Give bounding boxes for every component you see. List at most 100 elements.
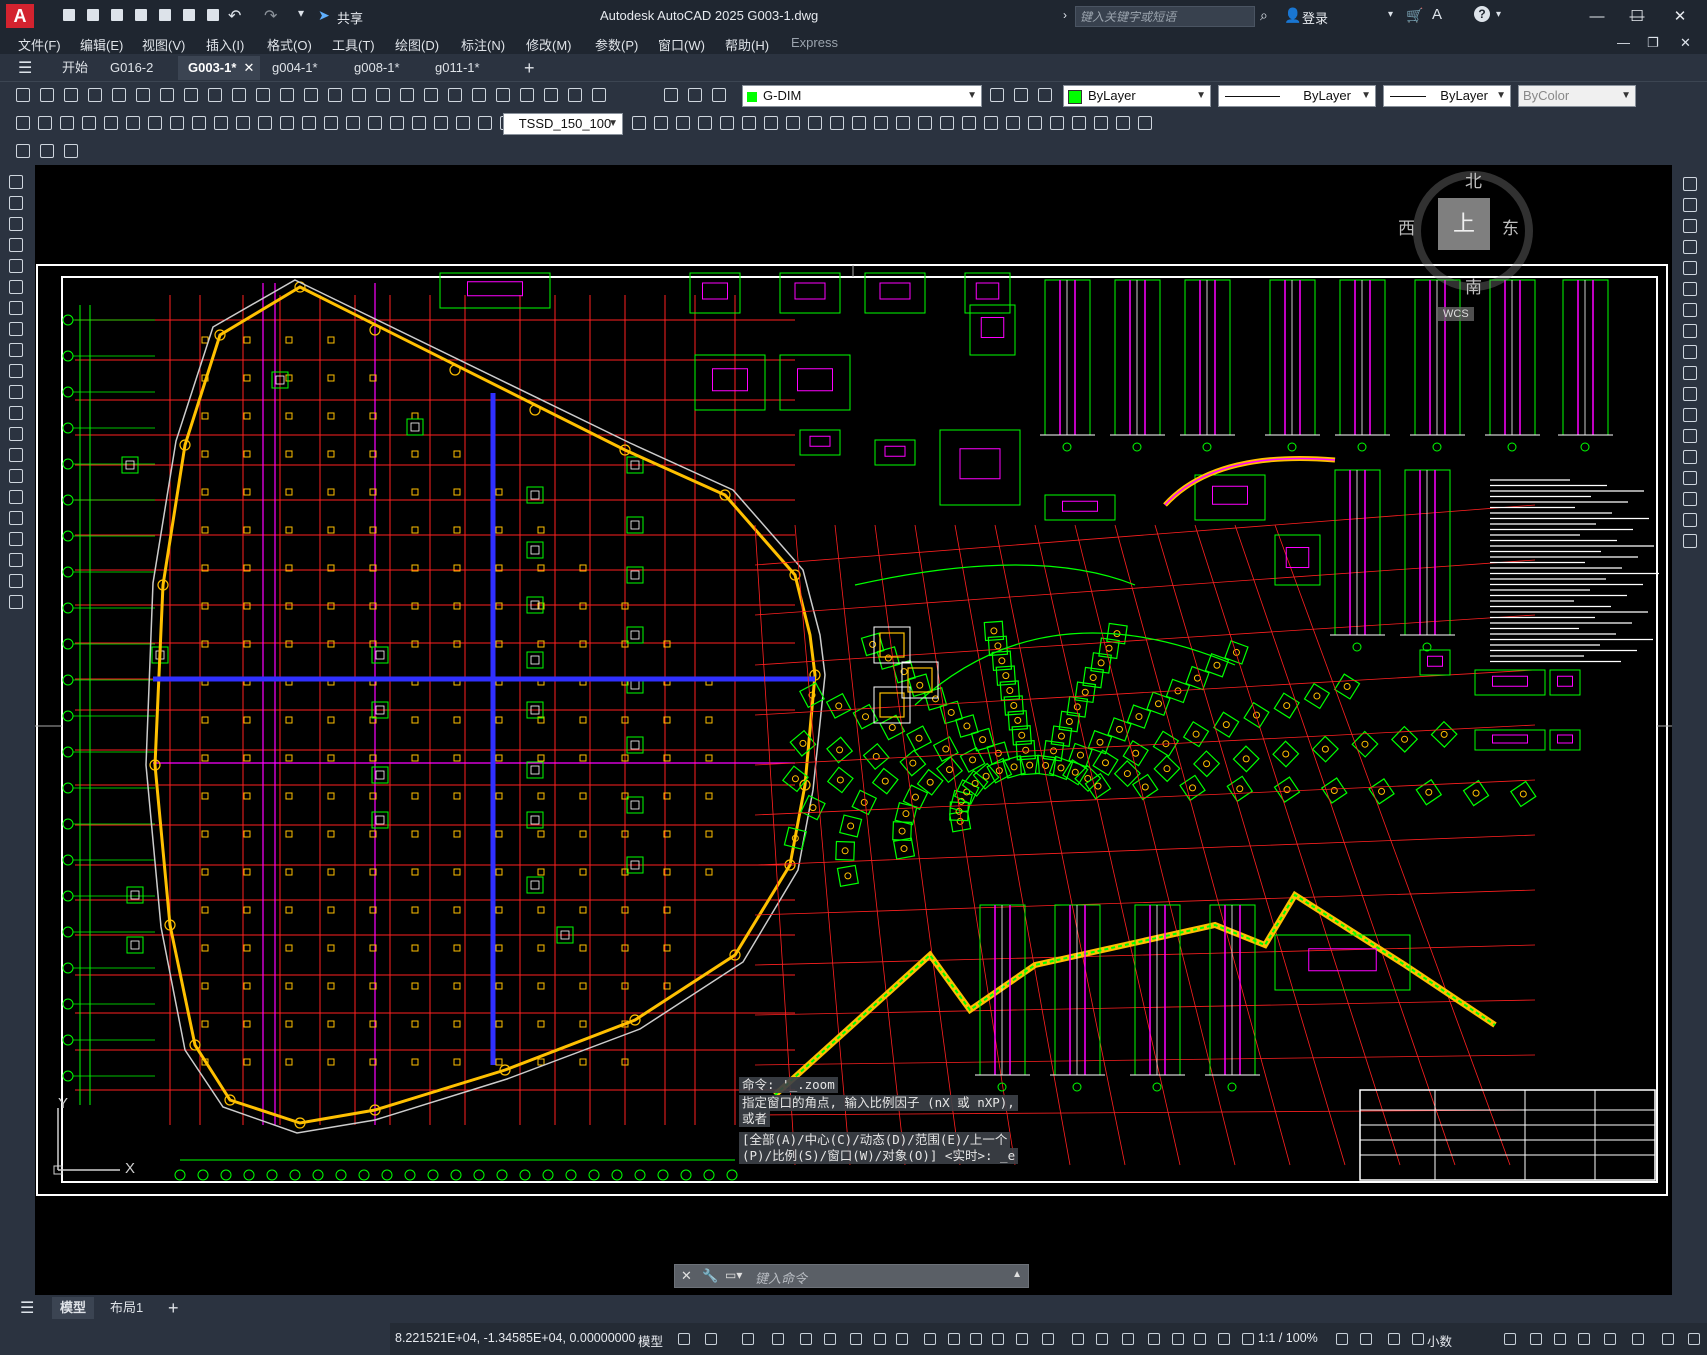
maximize-icon[interactable]: ☐ — [1617, 0, 1657, 33]
units-button[interactable]: 小数 — [1427, 1331, 1452, 1350]
standard-tool-icon-12[interactable] — [278, 86, 296, 104]
dim-tool-icon-18[interactable] — [388, 114, 406, 132]
menu-edit[interactable]: 编辑(E) — [80, 35, 123, 54]
dim-tool-icon-16[interactable] — [344, 114, 362, 132]
share-button[interactable]: 共享 — [337, 8, 363, 27]
modify-tool-icon-17[interactable] — [1681, 511, 1699, 529]
lineweight-dropdown[interactable]: ByLayer ▼ — [1383, 85, 1511, 107]
standard-tool-icon-7[interactable] — [158, 86, 176, 104]
status-toggle-icon-12[interactable] — [968, 1331, 984, 1347]
command-history-toggle-icon[interactable]: ▲ — [1012, 1269, 1022, 1280]
add-layout-button[interactable]: + — [160, 1297, 187, 1319]
status-toggle-icon-10[interactable] — [922, 1331, 938, 1347]
modify-tool-icon-3[interactable] — [1681, 217, 1699, 235]
autodesk-app-icon[interactable]: A — [1432, 6, 1442, 23]
dim-tool-icon-38[interactable] — [938, 114, 956, 132]
tab-close-icon[interactable]: ✕ — [244, 56, 255, 80]
modify-tool-icon-15[interactable] — [1681, 469, 1699, 487]
standard-tool-icon-5[interactable] — [110, 86, 128, 104]
drawing-canvas[interactable]: 上 北 南 东 西 WCS Y X 命令: '_.zoom 指定窗口的角点, 输… — [35, 165, 1672, 1295]
draw-tool-icon-2[interactable] — [7, 194, 25, 212]
dim-tool-icon-32[interactable] — [806, 114, 824, 132]
status-toggle-icon-13[interactable] — [990, 1331, 1006, 1347]
modify-tool-icon-14[interactable] — [1681, 448, 1699, 466]
dim-tool-icon-21[interactable] — [454, 114, 472, 132]
standard-tool-icon-9[interactable] — [206, 86, 224, 104]
draw-tool-icon-1[interactable] — [7, 173, 25, 191]
standard-tool-icon-18[interactable] — [422, 86, 440, 104]
modify-tool-icon-12[interactable] — [1681, 406, 1699, 424]
dim-tool-icon-9[interactable] — [190, 114, 208, 132]
menu-modify[interactable]: 修改(M) — [526, 35, 572, 54]
customize-qat-icon[interactable]: ▾ — [298, 6, 304, 20]
dim-tool-icon-42[interactable] — [1026, 114, 1044, 132]
block-editor-icon[interactable] — [14, 142, 32, 160]
standard-tool-icon-14[interactable] — [326, 86, 344, 104]
status-toggle-icon-28[interactable] — [1502, 1331, 1518, 1347]
standard-tool-icon-4[interactable] — [86, 86, 104, 104]
status-toggle-icon-22[interactable] — [1216, 1331, 1232, 1347]
draw-tool-icon-21[interactable] — [7, 593, 25, 611]
viewcube-west[interactable]: 西 — [1398, 214, 1415, 239]
tab-layout1[interactable]: 布局1 — [102, 1297, 151, 1319]
hamburger-menu-icon[interactable]: ☰ — [18, 58, 32, 78]
dim-tool-icon-2[interactable] — [36, 114, 54, 132]
command-close-icon[interactable]: ✕ — [681, 1268, 692, 1284]
dim-tool-icon-13[interactable] — [278, 114, 296, 132]
dim-tool-icon-40[interactable] — [982, 114, 1000, 132]
status-toggle-icon-6[interactable] — [822, 1331, 838, 1347]
standard-tool-icon-19[interactable] — [446, 86, 464, 104]
status-toggle-icon-7[interactable] — [848, 1331, 864, 1347]
standard-tool-icon-24[interactable] — [566, 86, 584, 104]
save-icon[interactable] — [108, 6, 126, 24]
menu-view[interactable]: 视图(V) — [142, 35, 185, 54]
status-toggle-icon-15[interactable] — [1040, 1331, 1056, 1347]
dim-tool-icon-1[interactable] — [14, 114, 32, 132]
dim-tool-icon-6[interactable] — [124, 114, 142, 132]
layer-tool-icon-2[interactable] — [1012, 86, 1030, 104]
modify-tool-icon-1[interactable] — [1681, 175, 1699, 193]
status-toggle-icon-20[interactable] — [1170, 1331, 1186, 1347]
standard-tool-icon-16[interactable] — [374, 86, 392, 104]
layer-tool-icon-1[interactable] — [988, 86, 1006, 104]
status-toggle-icon-18[interactable] — [1120, 1331, 1136, 1347]
modify-tool-icon-8[interactable] — [1681, 322, 1699, 340]
viewcube-south[interactable]: 南 — [1465, 273, 1482, 298]
viewcube-east[interactable]: 东 — [1502, 214, 1519, 239]
dim-tool-icon-34[interactable] — [850, 114, 868, 132]
help-dropdown-icon[interactable]: ▾ — [1496, 9, 1501, 20]
doc-minimize-icon[interactable]: — — [1617, 35, 1630, 50]
status-toggle-icon-5[interactable] — [798, 1331, 814, 1347]
user-icon[interactable]: 👤 — [1284, 7, 1301, 24]
close-window-icon[interactable]: ✕ — [1660, 0, 1700, 33]
dim-tool-icon-47[interactable] — [1136, 114, 1154, 132]
modify-tool-icon-6[interactable] — [1681, 280, 1699, 298]
status-toggle-icon-14[interactable] — [1014, 1331, 1030, 1347]
dim-tool-icon-43[interactable] — [1048, 114, 1066, 132]
draw-tool-icon-12[interactable] — [7, 404, 25, 422]
status-toggle-icon-11[interactable] — [946, 1331, 962, 1347]
dim-tool-icon-17[interactable] — [366, 114, 384, 132]
undo-icon[interactable]: ↶ — [228, 6, 241, 26]
dim-tool-icon-10[interactable] — [212, 114, 230, 132]
modify-tool-icon-7[interactable] — [1681, 301, 1699, 319]
modify-tool-icon-18[interactable] — [1681, 532, 1699, 550]
dim-tool-icon-31[interactable] — [784, 114, 802, 132]
menu-dimension[interactable]: 标注(N) — [461, 35, 505, 54]
minimize-window-icon[interactable]: — — [1577, 0, 1617, 33]
dim-tool-icon-29[interactable] — [740, 114, 758, 132]
standard-tool-icon-20[interactable] — [470, 86, 488, 104]
dim-tool-icon-33[interactable] — [828, 114, 846, 132]
open-sheet-icon[interactable] — [180, 6, 198, 24]
save-as-icon[interactable] — [132, 6, 150, 24]
draw-tool-icon-8[interactable] — [7, 320, 25, 338]
tab-g003-1[interactable]: G003-1* ✕ — [178, 56, 261, 80]
status-toggle-icon-4[interactable] — [770, 1331, 786, 1347]
menu-express[interactable]: Express — [791, 35, 838, 50]
menu-parametric[interactable]: 参数(P) — [595, 35, 638, 54]
draw-tool-icon-3[interactable] — [7, 215, 25, 233]
dim-tool-icon-46[interactable] — [1114, 114, 1132, 132]
status-toggle-icon-34[interactable] — [1660, 1331, 1676, 1347]
standard-tool-icon-1[interactable] — [14, 86, 32, 104]
draw-tool-icon-11[interactable] — [7, 383, 25, 401]
